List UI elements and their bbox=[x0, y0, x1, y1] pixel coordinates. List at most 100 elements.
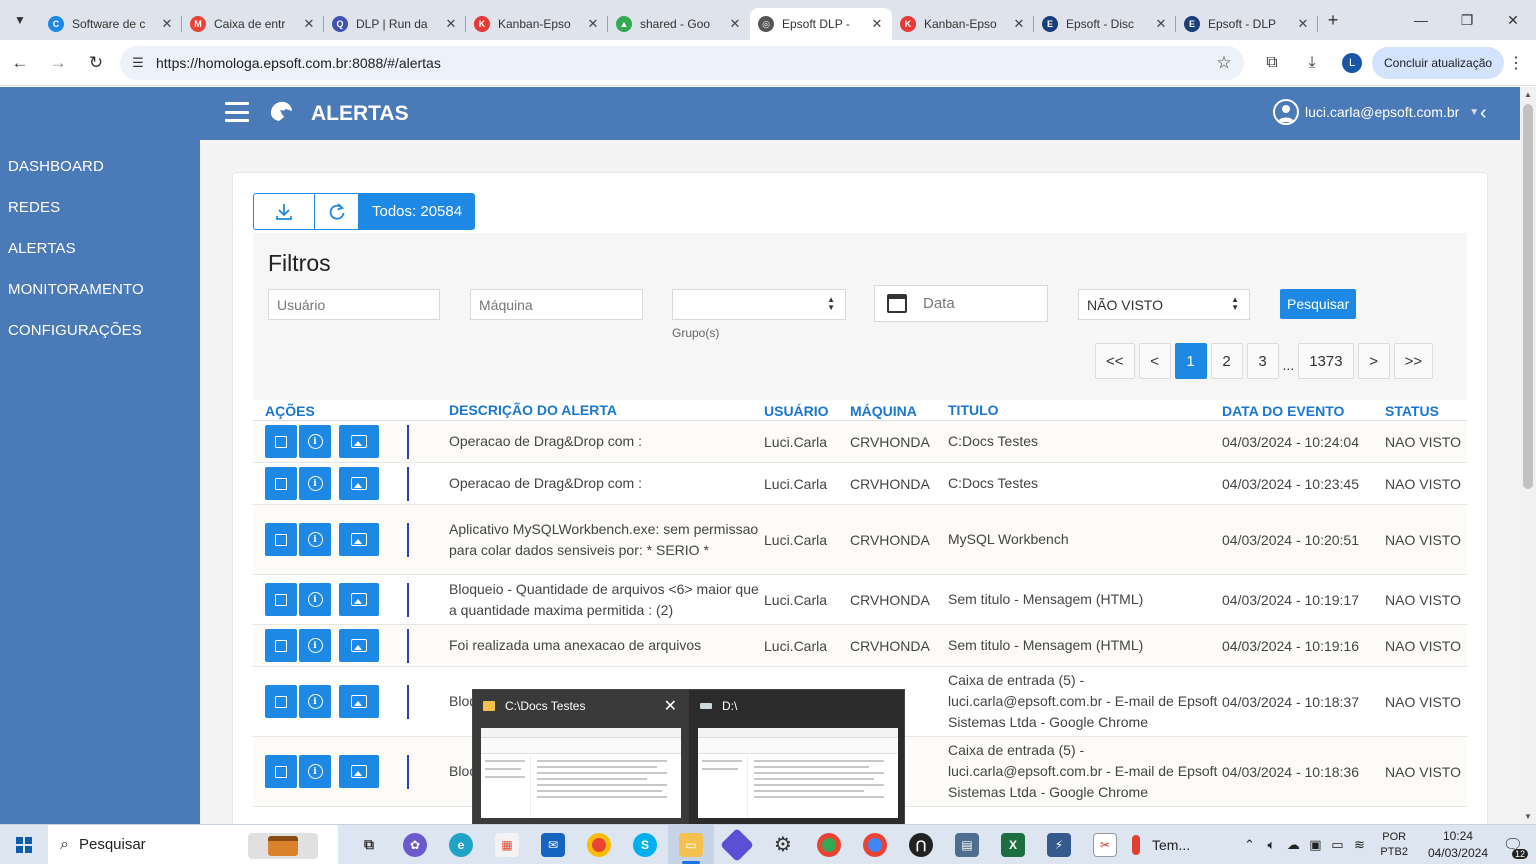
screenshot-button[interactable] bbox=[339, 583, 379, 616]
tab-close-icon[interactable]: ✕ bbox=[728, 16, 742, 32]
tab-close-icon[interactable]: ✕ bbox=[1012, 16, 1026, 32]
calendar-icon[interactable] bbox=[887, 294, 907, 313]
tab-close-icon[interactable]: ✕ bbox=[1296, 16, 1310, 32]
profile-avatar[interactable]: L bbox=[1342, 53, 1362, 73]
start-button[interactable] bbox=[0, 825, 48, 864]
clock[interactable]: 10:24 04/03/2024 bbox=[1428, 828, 1488, 862]
tab-close-icon[interactable]: ✕ bbox=[586, 16, 600, 32]
search-button[interactable]: Pesquisar bbox=[1280, 289, 1357, 319]
screenshot-button[interactable] bbox=[339, 425, 379, 458]
info-button[interactable]: i bbox=[299, 629, 331, 662]
meet-icon[interactable]: ▣ bbox=[1304, 837, 1326, 853]
bookmark-star-icon[interactable]: ☆ bbox=[1204, 53, 1244, 73]
page-prev-button[interactable]: < bbox=[1138, 343, 1171, 379]
url-text[interactable]: https://homologa.epsoft.com.br:8088/#/al… bbox=[156, 55, 1204, 71]
screenshot-button[interactable] bbox=[339, 523, 379, 556]
page-next-button[interactable]: > bbox=[1357, 343, 1390, 379]
site-info-icon[interactable]: ☰ bbox=[120, 55, 156, 71]
skype-app[interactable]: S bbox=[622, 825, 668, 864]
reload-icon[interactable]: ↻ bbox=[78, 45, 114, 81]
browser-tab[interactable]: ▲ shared - Goo ✕ bbox=[608, 8, 750, 40]
sidebar-item-configuracoes[interactable]: CONFIGURAÇÕES bbox=[0, 310, 200, 351]
usuario-input[interactable]: Usuário bbox=[268, 289, 440, 320]
page-button-last-number[interactable]: 1373 bbox=[1298, 343, 1354, 379]
browser-tab[interactable]: E Epsoft - DLP ✕ bbox=[1176, 8, 1318, 40]
edit-button[interactable] bbox=[265, 467, 297, 500]
tab-search-icon[interactable]: ▼ bbox=[0, 0, 40, 40]
edit-button[interactable] bbox=[265, 523, 297, 556]
page-button-2[interactable]: 2 bbox=[1210, 343, 1243, 379]
page-first-button[interactable]: << bbox=[1095, 343, 1135, 379]
excel-app[interactable]: X bbox=[990, 825, 1036, 864]
browser-tab[interactable]: K Kanban-Epso ✕ bbox=[892, 8, 1034, 40]
omnibox[interactable]: ☰ https://homologa.epsoft.com.br:8088/#/… bbox=[120, 46, 1244, 80]
weather-widget[interactable]: Tem... bbox=[1132, 834, 1190, 855]
info-button[interactable]: i bbox=[299, 467, 331, 500]
edit-button[interactable] bbox=[265, 685, 297, 718]
page-button-1[interactable]: 1 bbox=[1174, 343, 1207, 379]
browser-tab[interactable]: ◎ Epsoft DLP - ✕ bbox=[750, 8, 892, 40]
browser-menu-icon[interactable]: ⋮ bbox=[1504, 53, 1528, 73]
copilot-app[interactable] bbox=[714, 825, 760, 864]
page-button-3[interactable]: 3 bbox=[1246, 343, 1279, 379]
task-view-app[interactable]: ⧉ bbox=[346, 825, 392, 864]
info-button[interactable]: i bbox=[299, 425, 331, 458]
preview-window-docs[interactable]: C:\Docs Testes ✕ bbox=[473, 690, 689, 826]
chrome-app[interactable] bbox=[576, 825, 622, 864]
scroll-down-icon[interactable]: ▼ bbox=[1524, 812, 1532, 821]
taskbar-search[interactable]: ⌕ Pesquisar bbox=[48, 824, 338, 864]
edit-button[interactable] bbox=[265, 425, 297, 458]
info-button[interactable]: i bbox=[299, 583, 331, 616]
info-button[interactable]: i bbox=[299, 685, 331, 718]
date-input[interactable]: Data bbox=[874, 285, 1048, 322]
vpn-app[interactable]: ⋂ bbox=[898, 825, 944, 864]
sidebar-item-redes[interactable]: REDES bbox=[0, 187, 200, 228]
close-icon[interactable]: ✕ bbox=[664, 696, 677, 716]
sidebar-item-monitoramento[interactable]: MONITORAMENTO bbox=[0, 269, 200, 310]
extensions-icon[interactable]: ⧉ bbox=[1252, 46, 1292, 80]
info-button[interactable]: i bbox=[299, 523, 331, 556]
minimize-icon[interactable]: — bbox=[1398, 0, 1444, 40]
tab-close-icon[interactable]: ✕ bbox=[1154, 16, 1168, 32]
restore-icon[interactable]: ❐ bbox=[1444, 0, 1490, 40]
browser-tab[interactable]: C Software de c ✕ bbox=[40, 8, 182, 40]
chrome-profile-app[interactable] bbox=[806, 825, 852, 864]
wifi-icon[interactable]: ≋ bbox=[1348, 837, 1370, 853]
scrollbar-thumb[interactable] bbox=[1523, 104, 1533, 489]
screenshot-button[interactable] bbox=[339, 685, 379, 718]
user-menu[interactable]: luci.carla@epsoft.com.br ▼ bbox=[1273, 99, 1479, 125]
edge-app[interactable]: e bbox=[438, 825, 484, 864]
screenshot-button[interactable] bbox=[339, 629, 379, 662]
hamburger-menu-icon[interactable] bbox=[225, 102, 249, 122]
forward-icon[interactable]: → bbox=[40, 45, 76, 81]
status-select[interactable]: NÃO VISTO ▲ ▼ bbox=[1078, 289, 1250, 320]
download-icon[interactable]: ⤓ bbox=[1292, 46, 1332, 80]
store-app[interactable]: ▦ bbox=[484, 825, 530, 864]
tab-close-icon[interactable]: ✕ bbox=[870, 16, 884, 32]
sidebar-item-dashboard[interactable]: DASHBOARD bbox=[0, 146, 200, 187]
tab-close-icon[interactable]: ✕ bbox=[160, 16, 174, 32]
chrome-profile-2-app[interactable] bbox=[852, 825, 898, 864]
page-last-button[interactable]: >> bbox=[1393, 343, 1434, 379]
back-icon[interactable]: ← bbox=[2, 45, 38, 81]
edit-button[interactable] bbox=[265, 755, 297, 788]
new-tab-button[interactable]: + bbox=[1318, 10, 1348, 31]
mail-app[interactable]: ✉ bbox=[530, 825, 576, 864]
screenshot-button[interactable] bbox=[339, 467, 379, 500]
browser-tab[interactable]: E Epsoft - Disc ✕ bbox=[1034, 8, 1176, 40]
maquina-input[interactable]: Máquina bbox=[470, 289, 643, 320]
snipping-app[interactable]: ✂ bbox=[1082, 825, 1128, 864]
chevron-up-icon[interactable]: ⌃ bbox=[1238, 837, 1260, 853]
widgets-app[interactable]: ✿ bbox=[392, 825, 438, 864]
preview-window-d-drive[interactable]: D:\ bbox=[690, 690, 906, 826]
battery-icon[interactable]: ▭ bbox=[1326, 837, 1348, 853]
update-button[interactable]: Concluir atualização bbox=[1372, 47, 1505, 79]
todos-count-button[interactable]: Todos: 20584 bbox=[359, 193, 476, 230]
tab-close-icon[interactable]: ✕ bbox=[302, 16, 316, 32]
info-button[interactable]: i bbox=[299, 755, 331, 788]
volume-icon[interactable]: 🔈︎ bbox=[1260, 837, 1282, 853]
edit-button[interactable] bbox=[265, 629, 297, 662]
tab-close-icon[interactable]: ✕ bbox=[444, 16, 458, 32]
notifications-button[interactable]: 🗨︎ 12 bbox=[1498, 831, 1528, 859]
grupo-select[interactable]: ▲ ▼ bbox=[672, 289, 846, 320]
